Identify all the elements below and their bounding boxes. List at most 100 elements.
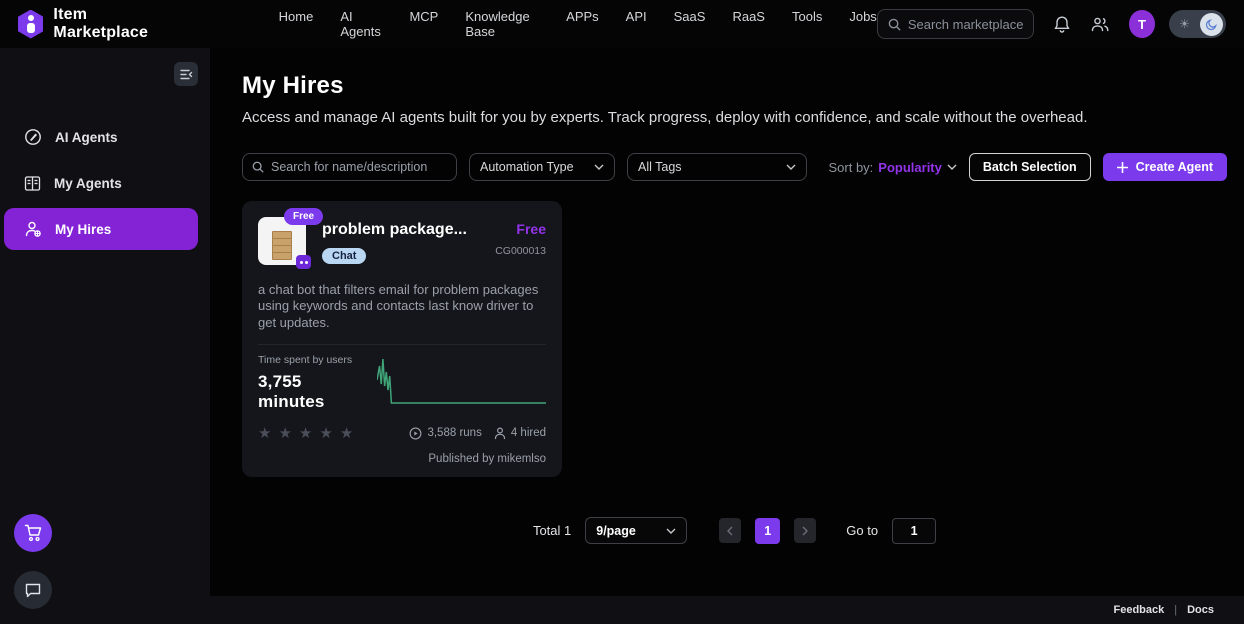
page-subtitle: Access and manage AI agents built for yo…: [242, 109, 1227, 126]
light-mode-sun-icon: ☀: [1179, 17, 1190, 31]
bot-icon: [296, 255, 311, 269]
card-divider: [258, 344, 546, 345]
cart-button[interactable]: [14, 514, 52, 552]
cart-icon: [24, 524, 43, 542]
time-spent-value: 3,755 minutes: [258, 372, 369, 412]
nav-item-api[interactable]: API: [626, 9, 647, 39]
nav-item-raas[interactable]: RaaS: [732, 9, 765, 39]
runs-stat: 3,588 runs: [409, 427, 481, 440]
agent-id: CG000013: [495, 245, 546, 257]
community-users-icon[interactable]: [1090, 15, 1110, 33]
nav-item-mcp[interactable]: MCP: [409, 9, 438, 39]
chevron-right-icon: [802, 526, 808, 536]
docs-link[interactable]: Docs: [1187, 604, 1214, 616]
goto-page-input[interactable]: [892, 518, 936, 544]
chevron-left-icon: [727, 526, 733, 536]
marketplace-search[interactable]: [877, 9, 1034, 39]
agent-card[interactable]: Free problem package... Chat Free CG0000…: [242, 201, 562, 477]
user-avatar[interactable]: T: [1129, 10, 1155, 38]
nav-item-tools[interactable]: Tools: [792, 9, 822, 39]
nav-item-knowledge-base[interactable]: Knowledge Base: [465, 9, 539, 39]
nav-item-ai-agents[interactable]: AI Agents: [340, 9, 382, 39]
automation-type-select[interactable]: Automation Type: [469, 153, 615, 181]
runs-value: 3,588 runs: [427, 427, 481, 439]
my-agents-icon: [24, 175, 41, 192]
feedback-link[interactable]: Feedback: [1113, 604, 1164, 616]
theme-toggle[interactable]: ☀: [1169, 10, 1226, 38]
chat-bubble-icon: [24, 582, 42, 599]
page-title: My Hires: [242, 72, 1227, 100]
name-search-field[interactable]: [242, 153, 457, 181]
marketplace-search-input[interactable]: [908, 17, 1023, 32]
sidebar-item-my-agents[interactable]: My Agents: [4, 162, 198, 204]
footer-divider: |: [1174, 604, 1177, 616]
dark-mode-knob: [1200, 13, 1223, 36]
search-icon: [252, 161, 264, 173]
ai-agents-icon: [24, 128, 42, 146]
time-sparkline: [377, 356, 546, 406]
brand-title: Item Marketplace: [53, 6, 178, 42]
plus-icon: [1117, 162, 1128, 173]
star-icon: ★: [299, 425, 319, 442]
agent-description: a chat bot that filters email for proble…: [258, 282, 546, 331]
pagination-total: Total 1: [533, 523, 571, 538]
create-agent-button[interactable]: Create Agent: [1103, 153, 1227, 181]
brand-logo-icon: [18, 10, 43, 39]
hired-value: 4 hired: [511, 427, 546, 439]
sidebar-menu: AI Agents My Agents My Hires: [4, 116, 198, 250]
main-content: My Hires Access and manage AI agents bui…: [210, 48, 1244, 596]
time-spent-block: Time spent by users 3,755 minutes: [258, 354, 369, 412]
star-icon: ★: [278, 425, 298, 442]
main-nav: Home AI Agents MCP Knowledge Base APPs A…: [279, 9, 877, 39]
tag-chat[interactable]: Chat: [322, 248, 366, 264]
moon-icon: [1205, 18, 1218, 31]
time-spent-label: Time spent by users: [258, 354, 369, 366]
footer-bar: Feedback | Docs: [0, 596, 1244, 624]
hired-person-icon: [494, 427, 506, 440]
page-number-1[interactable]: 1: [755, 518, 780, 544]
tags-value: All Tags: [638, 160, 682, 174]
published-by: Published by mikemlso: [258, 453, 546, 465]
sort-value[interactable]: Popularity: [878, 160, 942, 175]
nav-item-jobs[interactable]: Jobs: [849, 9, 876, 39]
sidebar-item-ai-agents[interactable]: AI Agents: [4, 116, 198, 158]
star-icon: ★: [319, 425, 339, 442]
chevron-down-icon: [594, 164, 604, 170]
sidebar-item-label: My Hires: [55, 222, 111, 237]
goto-label: Go to: [846, 523, 878, 538]
top-header: Item Marketplace Home AI Agents MCP Know…: [0, 0, 1244, 48]
next-page-button[interactable]: [794, 518, 816, 543]
batch-selection-button[interactable]: Batch Selection: [969, 153, 1091, 181]
free-badge: Free: [284, 208, 323, 225]
per-page-select[interactable]: 9/page: [585, 517, 687, 544]
chevron-down-icon: [666, 528, 676, 534]
nav-item-saas[interactable]: SaaS: [674, 9, 706, 39]
star-icon: ★: [258, 425, 278, 442]
hired-stat: 4 hired: [494, 427, 546, 440]
rating-stars[interactable]: ★★★★★: [258, 424, 360, 442]
name-search-input[interactable]: [271, 160, 441, 174]
automation-type-value: Automation Type: [480, 160, 574, 174]
page: Item Marketplace Home AI Agents MCP Know…: [0, 0, 1244, 624]
agent-title[interactable]: problem package...: [322, 221, 467, 239]
runs-play-icon: [409, 427, 422, 440]
tags-select[interactable]: All Tags: [627, 153, 807, 181]
nav-item-apps[interactable]: APPs: [566, 9, 599, 39]
notifications-bell-icon[interactable]: [1053, 15, 1071, 34]
price-label: Free: [495, 221, 546, 237]
sidebar-item-label: AI Agents: [55, 130, 118, 145]
packages-image: [272, 232, 292, 260]
per-page-value: 9/page: [596, 524, 636, 538]
sidebar-collapse-button[interactable]: [174, 62, 198, 86]
chevron-down-icon[interactable]: [947, 164, 957, 170]
search-icon: [888, 18, 901, 31]
sidebar-item-label: My Agents: [54, 176, 122, 191]
chat-button[interactable]: [14, 571, 52, 609]
sort-label: Sort by:: [829, 160, 874, 175]
chevron-down-icon: [786, 164, 796, 170]
sidebar-item-my-hires[interactable]: My Hires: [4, 208, 198, 250]
filter-bar: Automation Type All Tags Sort by: Popula…: [242, 153, 1227, 181]
prev-page-button[interactable]: [719, 518, 741, 543]
collapse-icon: [180, 69, 193, 80]
nav-item-home[interactable]: Home: [279, 9, 314, 39]
